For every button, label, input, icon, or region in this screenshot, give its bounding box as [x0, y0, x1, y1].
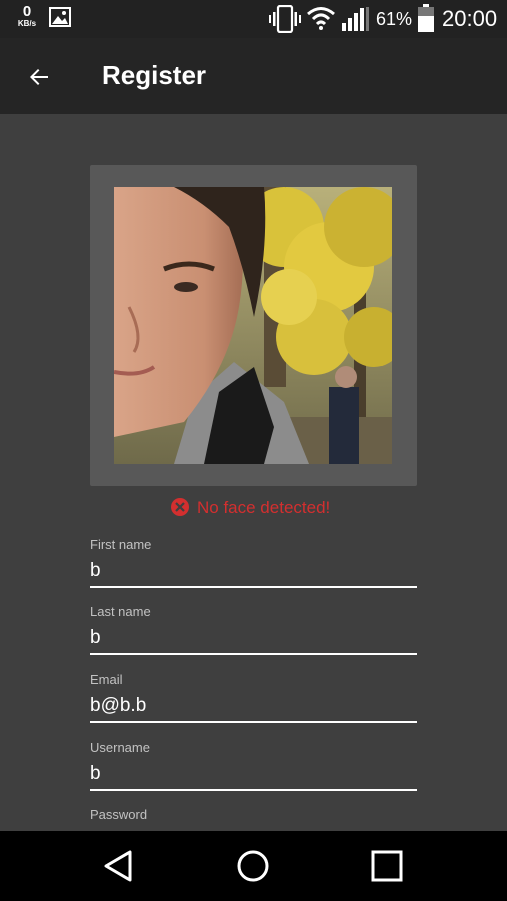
image-notification-icon [49, 7, 71, 32]
first-name-label: First name [90, 537, 152, 552]
last-name-label: Last name [90, 604, 151, 619]
arrow-back-icon [30, 69, 48, 85]
vibrate-icon [269, 4, 301, 38]
status-time: 20:00 [442, 6, 498, 31]
back-button[interactable] [18, 56, 60, 98]
square-recents-icon [371, 850, 403, 882]
battery-percent: 61% [376, 9, 413, 29]
network-speed-value: 0 [22, 3, 32, 20]
error-icon [170, 497, 190, 522]
network-speed: 0 KB/s [14, 4, 40, 28]
username-input[interactable]: b [90, 760, 417, 791]
photo-frame[interactable] [90, 165, 417, 486]
last-name-input[interactable]: b [90, 624, 417, 655]
network-speed-unit: KB/s [17, 19, 37, 28]
nav-back-button[interactable] [99, 846, 139, 886]
app-bar: Register [0, 38, 507, 114]
signal-icon [342, 7, 370, 36]
email-label: Email [90, 672, 123, 687]
first-name-input[interactable]: b [90, 557, 417, 588]
nav-home-button[interactable] [233, 846, 273, 886]
email-input[interactable]: b@b.b [90, 692, 417, 723]
navigation-bar [0, 831, 507, 901]
status-bar: 0 KB/s 61% 20:00 [0, 0, 507, 38]
page-title: Register [102, 60, 207, 90]
triangle-back-icon [104, 850, 132, 882]
circle-home-icon [237, 850, 269, 882]
wifi-icon [306, 6, 336, 35]
password-label: Password [90, 807, 148, 822]
username-label: Username [90, 740, 150, 755]
error-message: No face detected! [197, 498, 331, 517]
profile-photo[interactable] [114, 187, 392, 464]
battery-icon [417, 4, 435, 37]
nav-recents-button[interactable] [367, 846, 407, 886]
